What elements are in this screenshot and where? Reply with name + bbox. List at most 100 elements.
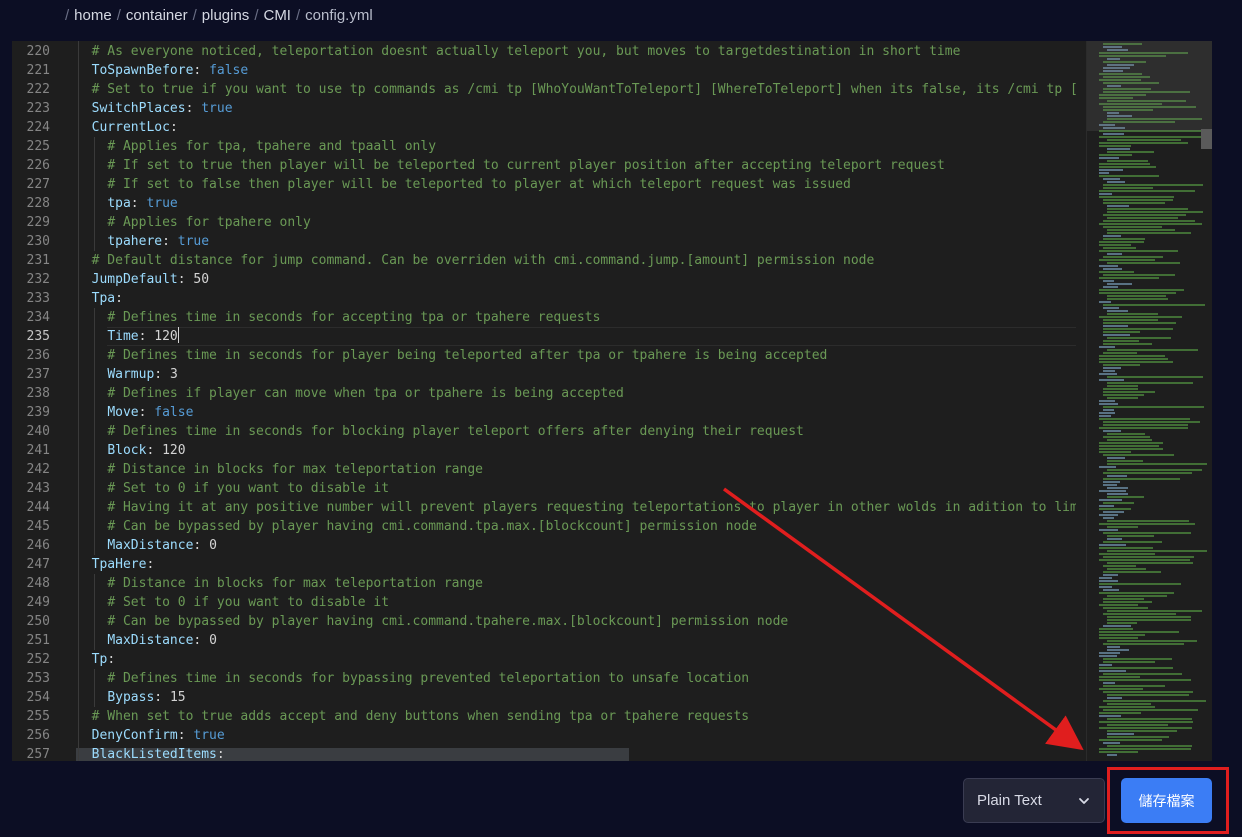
- code-line[interactable]: # Defines time in seconds for player bei…: [107, 346, 1076, 365]
- code-line[interactable]: # Defines if player can move when tpa or…: [107, 384, 1076, 403]
- indent-guide: [93, 669, 95, 688]
- code-line[interactable]: # Can be bypassed by player having cmi.c…: [107, 517, 1076, 536]
- code-line[interactable]: # If set to true then player will be tel…: [107, 156, 1076, 175]
- line-number: 254: [26, 690, 50, 705]
- breadcrumb-segment[interactable]: home: [74, 7, 112, 24]
- code-line[interactable]: # Can be bypassed by player having cmi.c…: [107, 612, 1076, 631]
- code-line[interactable]: JumpDefault: 50: [92, 270, 1076, 289]
- minimap-line: [1099, 136, 1204, 138]
- indent-guide: [93, 327, 95, 346]
- code-line[interactable]: # Defines time in seconds for accepting …: [107, 308, 1076, 327]
- minimap-line: [1099, 250, 1179, 252]
- code-line[interactable]: SwitchPlaces: true: [92, 99, 1076, 118]
- code-token: # As everyone noticed, teleportation doe…: [91, 44, 961, 59]
- minimap-line: [1107, 232, 1192, 234]
- code-line[interactable]: # When set to true adds accept and deny …: [92, 707, 1076, 726]
- code-line[interactable]: BlackListedItems:: [92, 745, 1076, 761]
- code-token: 120: [154, 329, 178, 344]
- line-number: 240: [26, 424, 50, 439]
- line-number: 246: [26, 538, 50, 553]
- vertical-scrollbar-thumb[interactable]: [1201, 129, 1212, 149]
- minimap-line: [1099, 637, 1138, 639]
- code-line[interactable]: # Distance in blocks for max teleportati…: [107, 460, 1076, 479]
- save-file-button[interactable]: 儲存檔案: [1121, 778, 1212, 823]
- code-line[interactable]: TpaHere:: [92, 555, 1076, 574]
- indent-guide: [93, 175, 95, 194]
- code-token: # Distance in blocks for max teleportati…: [107, 576, 483, 591]
- breadcrumb-segment[interactable]: plugins: [202, 7, 250, 24]
- breadcrumb-segment[interactable]: CMI: [263, 7, 291, 24]
- minimap-line: [1103, 394, 1144, 396]
- code-line[interactable]: # Default distance for jump command. Can…: [92, 251, 1076, 270]
- line-number: 238: [26, 386, 50, 401]
- indent-guide: [93, 194, 95, 213]
- code-line[interactable]: DenyConfirm: true: [92, 726, 1076, 745]
- code-token: TpaHere: [91, 557, 147, 572]
- code-line[interactable]: tpahere: true: [107, 232, 1076, 251]
- line-number: 223: [26, 101, 50, 116]
- minimap-line: [1107, 550, 1207, 552]
- code-line[interactable]: Bypass: 15: [107, 688, 1076, 707]
- minimap-line: [1103, 268, 1123, 270]
- code-line[interactable]: # Set to true if you want to use tp comm…: [92, 80, 1076, 99]
- code-token: MaxDistance: [107, 538, 194, 553]
- indent-guide: [93, 346, 95, 365]
- line-number: 229: [26, 215, 50, 230]
- code-line[interactable]: tpa: true: [107, 194, 1076, 213]
- minimap-line: [1099, 739, 1163, 741]
- minimap-line: [1103, 478, 1181, 480]
- minimap-line: [1099, 715, 1121, 717]
- breadcrumb-segment[interactable]: container: [126, 7, 188, 24]
- minimap-line: [1103, 328, 1173, 330]
- code-editor[interactable]: 220 221 222 223 224 225 226 227 228 229 230 231 232 2…: [12, 41, 1212, 761]
- code-line[interactable]: # If set to false then player will be te…: [107, 175, 1076, 194]
- code-line[interactable]: Tpa:: [92, 289, 1076, 308]
- minimap-line: [1103, 184, 1203, 186]
- minimap-line: [1099, 553, 1155, 555]
- code-line[interactable]: Block: 120: [107, 441, 1076, 460]
- minimap-line: [1103, 541, 1163, 543]
- code-line[interactable]: Time: 120: [107, 327, 1076, 346]
- code-line[interactable]: Warmup: 3: [107, 365, 1076, 384]
- code-token: # Defines if player can move when tpa or…: [107, 386, 624, 401]
- line-number: 231: [26, 253, 50, 268]
- code-line[interactable]: # Applies for tpahere only: [107, 213, 1076, 232]
- minimap[interactable]: [1086, 41, 1212, 761]
- minimap-line: [1103, 691, 1194, 693]
- code-line[interactable]: CurrentLoc:: [92, 118, 1076, 137]
- code-line[interactable]: # Set to 0 if you want to disable it: [107, 593, 1076, 612]
- code-line[interactable]: # Having it at any positive number will …: [107, 498, 1076, 517]
- minimap-line: [1103, 589, 1119, 591]
- minimap-line: [1103, 661, 1155, 663]
- minimap-line: [1099, 544, 1126, 546]
- code-line[interactable]: # Distance in blocks for max teleportati…: [107, 574, 1076, 593]
- code-token: # Can be bypassed by player having cmi.c…: [107, 614, 789, 629]
- minimap-line: [1099, 577, 1112, 579]
- code-token: 0: [209, 538, 217, 553]
- code-token: # Set to 0 if you want to disable it: [107, 595, 390, 610]
- code-line[interactable]: Move: false: [107, 403, 1076, 422]
- minimap-slider[interactable]: [1087, 41, 1212, 131]
- code-line[interactable]: MaxDistance: 0: [107, 536, 1076, 555]
- code-token: MaxDistance: [107, 633, 194, 648]
- minimap-line: [1107, 487, 1129, 489]
- code-line[interactable]: ToSpawnBefore: false: [92, 61, 1076, 80]
- code-line[interactable]: # As everyone noticed, teleportation doe…: [92, 42, 1076, 61]
- code-token: # Can be bypassed by player having cmi.c…: [107, 519, 757, 534]
- code-area[interactable]: # As everyone noticed, teleportation doe…: [76, 41, 1076, 761]
- language-select[interactable]: Plain Text: [963, 778, 1105, 823]
- code-token: :: [154, 367, 170, 382]
- minimap-line: [1099, 631, 1179, 633]
- code-line[interactable]: Tp:: [92, 650, 1076, 669]
- code-line[interactable]: # Applies for tpa, tpahere and tpaall on…: [107, 137, 1076, 156]
- language-select-value: Plain Text: [977, 792, 1042, 809]
- code-token: # Distance in blocks for max teleportati…: [107, 462, 483, 477]
- code-line[interactable]: # Set to 0 if you want to disable it: [107, 479, 1076, 498]
- code-line[interactable]: # Defines time in seconds for blocking p…: [107, 422, 1076, 441]
- code-token: ToSpawnBefore: [91, 63, 194, 78]
- minimap-line: [1107, 526, 1139, 528]
- code-line[interactable]: MaxDistance: 0: [107, 631, 1076, 650]
- code-line[interactable]: # Defines time in seconds for bypassing …: [107, 669, 1076, 688]
- indent-guide: [93, 593, 95, 612]
- minimap-line: [1099, 244, 1131, 246]
